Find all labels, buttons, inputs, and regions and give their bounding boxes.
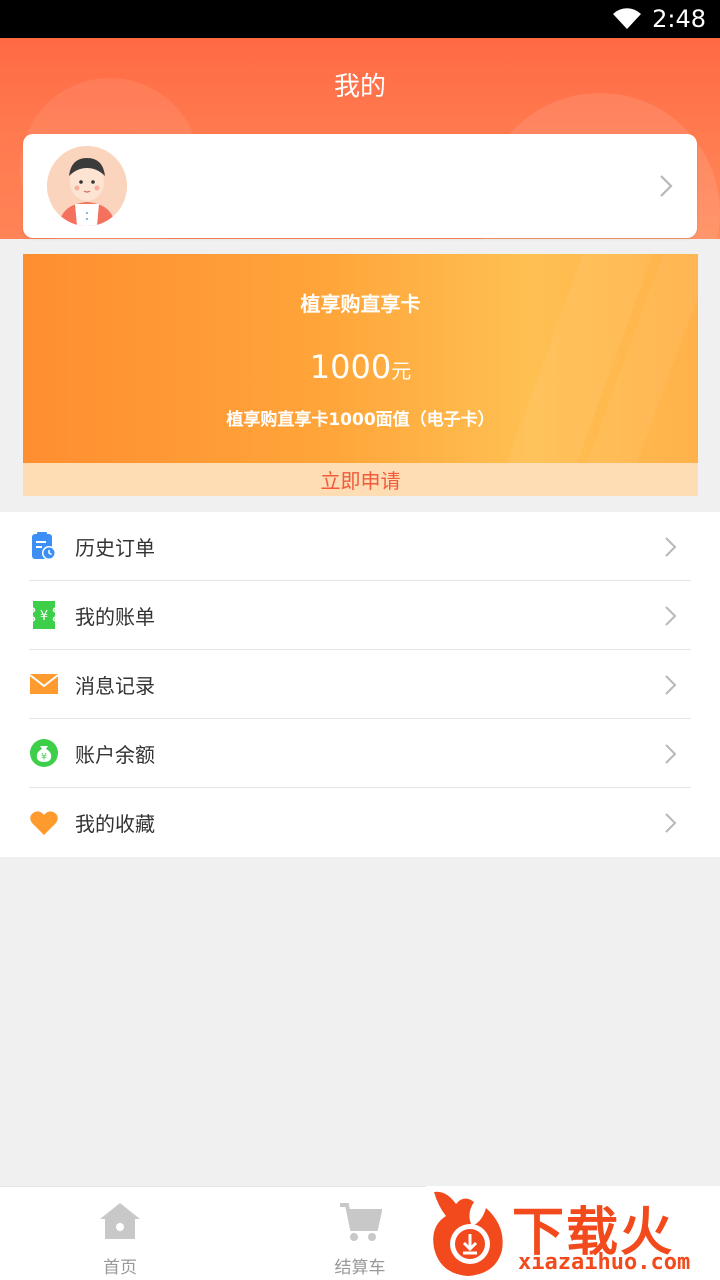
chevron-right-icon (663, 811, 679, 835)
nav-home-label: 首页 (103, 1258, 137, 1278)
chevron-right-icon (663, 604, 679, 628)
chevron-right-icon (663, 742, 679, 766)
status-bar: 2:48 (0, 0, 720, 38)
menu-list: 历史订单 ¥ 我的账单 消息记录 ¥ 账户余额 我的收藏 (0, 512, 720, 857)
bill-icon: ¥ (29, 600, 59, 630)
nav-home[interactable]: 首页 (60, 1187, 180, 1280)
cart-icon (340, 1203, 382, 1241)
money-bag-icon: ¥ (29, 738, 59, 768)
chevron-right-icon (663, 535, 679, 559)
menu-item-label: 我的账单 (75, 604, 155, 629)
menu-item-label: 消息记录 (75, 673, 155, 698)
menu-item-messages[interactable]: 消息记录 (29, 650, 691, 719)
promo-description: 植享购直享卡1000面值（电子卡） (226, 410, 495, 430)
menu-item-order-history[interactable]: 历史订单 (29, 512, 691, 581)
status-time: 2:48 (652, 5, 706, 33)
menu-item-favorites[interactable]: 我的收藏 (29, 788, 691, 857)
chevron-right-icon (655, 172, 677, 200)
home-icon (100, 1203, 140, 1239)
watermark-url: xiazaihuo.com (518, 1250, 691, 1275)
apply-button[interactable]: 立即申请 (23, 463, 698, 496)
promo-amount-unit: 元 (391, 359, 412, 383)
chevron-right-icon (663, 673, 679, 697)
svg-text:¥: ¥ (41, 753, 47, 763)
nav-cart-label: 结算车 (334, 1258, 386, 1278)
menu-item-label: 我的收藏 (75, 812, 155, 836)
mail-icon (29, 669, 59, 699)
menu-item-balance[interactable]: ¥ 账户余额 (29, 719, 691, 788)
watermark-logo: 下载火 xiazaihuo.com (426, 1186, 720, 1280)
order-history-icon (29, 531, 59, 561)
nav-cart[interactable]: 结算车 (300, 1187, 420, 1280)
heart-icon (29, 808, 59, 838)
flame-icon (433, 1191, 503, 1276)
profile-card[interactable] (23, 134, 697, 238)
wifi-icon (612, 8, 642, 30)
promo-amount-value: 1000 (309, 348, 392, 386)
promo-amount: 1000元 (23, 348, 698, 386)
svg-text:¥: ¥ (40, 609, 48, 624)
promo-title: 植享购直享卡 (300, 292, 421, 316)
menu-item-label: 历史订单 (75, 535, 155, 560)
page-title: 我的 (333, 72, 386, 102)
promo-card[interactable]: 植享购直享卡 1000元 植享购直享卡1000面值（电子卡） 立即申请 (23, 254, 698, 496)
menu-item-my-bill[interactable]: ¥ 我的账单 (29, 581, 691, 650)
menu-item-label: 账户余额 (75, 742, 155, 767)
avatar[interactable] (47, 146, 127, 226)
